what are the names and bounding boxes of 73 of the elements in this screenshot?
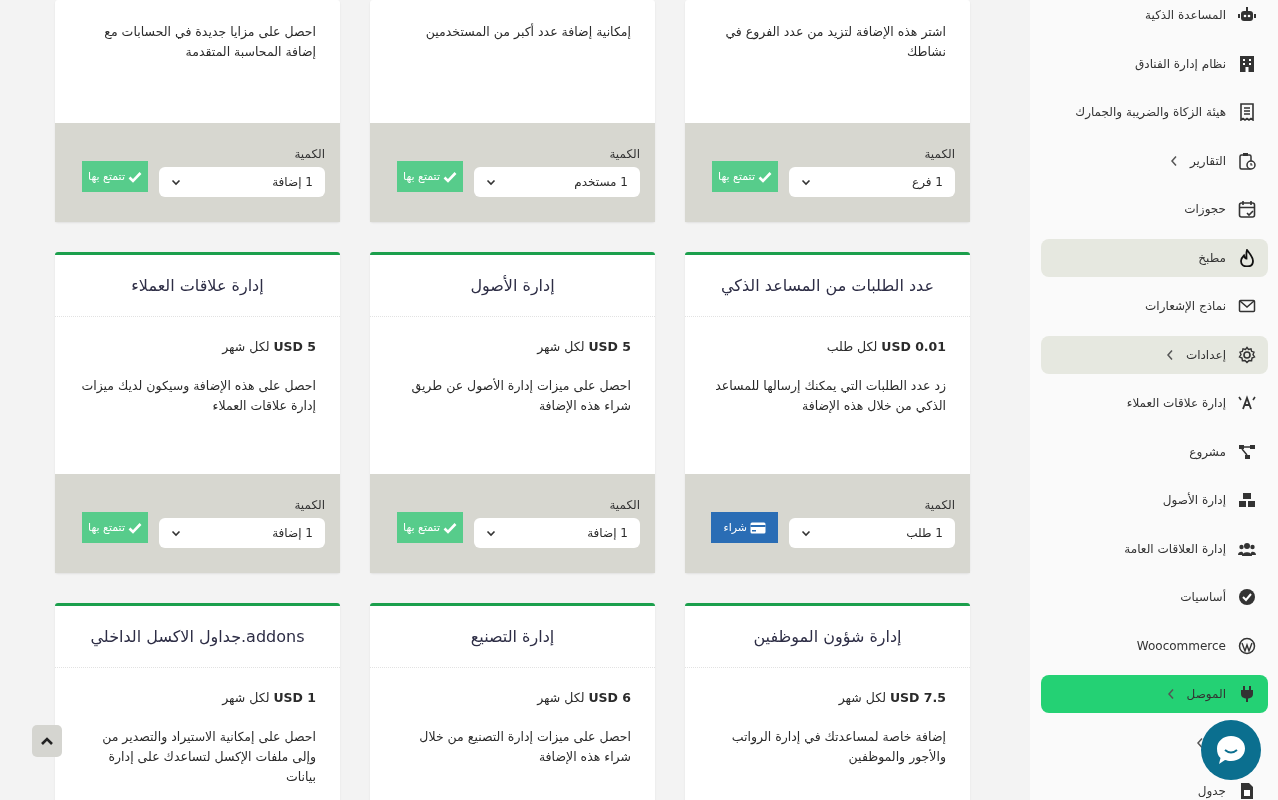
chevron-down-icon xyxy=(486,529,496,537)
buy-button[interactable]: شراء xyxy=(711,512,778,543)
quantity-dropdown[interactable]: 1 طلب xyxy=(789,518,955,548)
quantity-dropdown[interactable]: 1 فرع xyxy=(789,167,955,197)
chevron-down-icon xyxy=(171,529,181,537)
chevron-down-icon xyxy=(801,529,811,537)
card-title: إدارة علاقات العملاء xyxy=(131,276,264,295)
description-text: احصل على إمكانية الاستيراد والتصدير من وإلى ملفات الإكسل لتساعدك على إدارة بيانات xyxy=(101,728,316,786)
description-text: اشتر هذه الإضافة لتزيد من عدد الفروع في نشاطك xyxy=(724,23,946,61)
check-icon xyxy=(443,521,457,534)
settings-icon xyxy=(1238,345,1256,364)
quantity-label: الكمية xyxy=(293,498,325,512)
sidebar-item[interactable]: إعدادات xyxy=(1041,335,1268,374)
check-icon xyxy=(128,521,142,534)
description-text: احصل على ميزات إدارة التصنيع من خلال شراء هذه الإضافة xyxy=(418,728,631,767)
quantity-label: الكمية xyxy=(608,498,640,512)
sidebar-item[interactable]: مشروع xyxy=(1041,432,1268,471)
sidebar-item[interactable]: Woocommerce xyxy=(1041,626,1268,665)
sidebar-item[interactable]: إدارة العلاقات العامة xyxy=(1041,529,1268,568)
quantity-label: الكمية xyxy=(608,147,640,161)
sidebar-item[interactable]: نظام إدارة الفنادق xyxy=(1041,44,1268,83)
scroll-top-button[interactable] xyxy=(32,725,62,757)
sidebar-item[interactable]: أساسيات xyxy=(1041,578,1268,616)
chevron-down-icon xyxy=(171,178,181,186)
quantity-label: الكمية xyxy=(923,498,955,512)
card-title: إدارة التصنيع xyxy=(470,627,555,646)
description-text: احصل على هذه الإضافة وسيكون لديك ميزات إدارة علاقات العملاء xyxy=(80,377,316,416)
sidebar-item[interactable]: التقارير xyxy=(1041,141,1268,180)
clipboard-clock-icon xyxy=(1238,151,1256,170)
description-text: احصل على مزايا جديدة في الحسابات مع إضافة المحاسبة المتقدمة xyxy=(103,23,316,61)
sidebar-item[interactable]: المساعدة الذكية xyxy=(1041,0,1268,34)
nodes-icon xyxy=(1238,442,1256,461)
chevron-down-icon xyxy=(801,178,811,186)
envelope-icon xyxy=(1238,297,1256,315)
credit-card-icon xyxy=(750,521,766,534)
chat-icon xyxy=(1214,733,1248,767)
description-text: زد عدد الطلبات التي يمكنك إرسالها للمساعد الذكي من خلال هذه الإضافة xyxy=(714,377,946,416)
wordpress-icon xyxy=(1238,636,1256,655)
sidebar-item[interactable]: الموصل xyxy=(1041,675,1268,713)
sidebar-item[interactable]: جدول xyxy=(1041,772,1268,800)
check-circle-icon xyxy=(1238,588,1256,606)
boxes-icon xyxy=(1238,491,1256,509)
quantity-dropdown[interactable]: 1 مستخدم xyxy=(474,167,640,197)
check-icon xyxy=(758,170,772,183)
building-icon xyxy=(1238,54,1256,73)
card-title: addons.جداول الاكسل الداخلي xyxy=(90,627,305,646)
quantity-dropdown[interactable]: 1 إضافة xyxy=(159,167,325,197)
description-text: إمكانية إضافة عدد أكبر من المستخدمين xyxy=(424,22,631,42)
sidebar-item[interactable]: مطبخ xyxy=(1041,238,1268,277)
check-icon xyxy=(128,170,142,183)
caret-up-icon xyxy=(40,736,54,746)
description-text: احصل على ميزات إدارة الأصول عن طريق شراء هذه الإضافة xyxy=(410,377,631,416)
sidebar-item[interactable]: إدارة علاقات العملاء xyxy=(1041,384,1268,422)
quantity-label: الكمية xyxy=(293,147,325,161)
quantity-dropdown[interactable]: 1 إضافة xyxy=(159,518,325,548)
card-title: عدد الطلبات من المساعد الذكي xyxy=(721,276,934,295)
flame-icon xyxy=(1238,248,1256,267)
letter-icon xyxy=(1238,394,1256,412)
sidebar-item[interactable]: حجوزات xyxy=(1041,190,1268,228)
sidebar-item[interactable]: نماذج الإشعارات xyxy=(1041,287,1268,325)
check-icon xyxy=(443,170,457,183)
card-title: إدارة الأصول xyxy=(470,276,555,295)
robot-icon xyxy=(1238,6,1256,24)
sidebar-item[interactable]: إدارة الأصول xyxy=(1041,481,1268,519)
description-text: إضافة خاصة لمساعدتك في إدارة الرواتب والأجور والموظفين xyxy=(730,728,946,767)
sidebar-item[interactable]: هيئة الزكاة والضريبة والجمارك xyxy=(1041,93,1268,131)
plug-icon xyxy=(1238,685,1256,703)
quantity-dropdown[interactable]: 1 إضافة xyxy=(474,518,640,548)
chevron-down-icon xyxy=(486,178,496,186)
quantity-label: الكمية xyxy=(923,147,955,161)
calendar-check-icon xyxy=(1238,200,1256,218)
card-title: إدارة شؤون الموظفين xyxy=(753,627,902,646)
receipt-icon xyxy=(1238,103,1256,121)
